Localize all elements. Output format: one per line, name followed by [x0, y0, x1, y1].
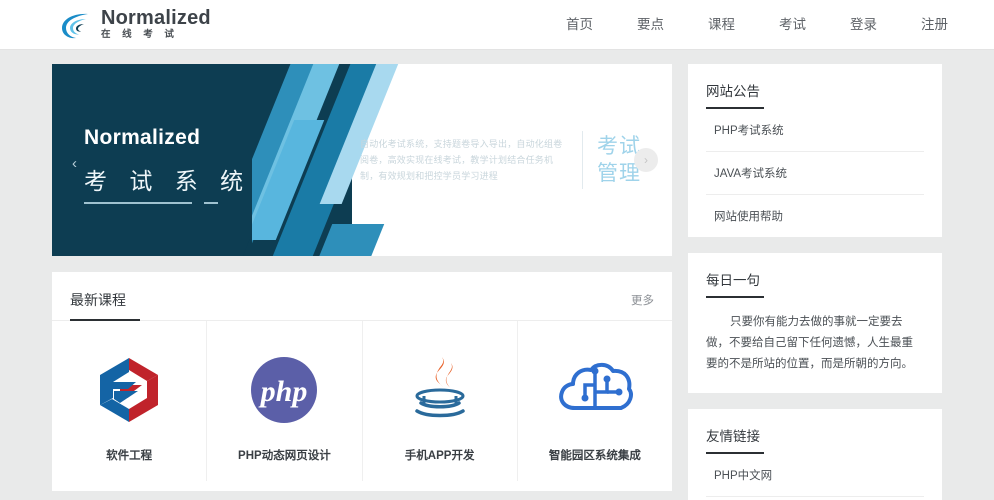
course-list: 软件工程 php PHP动态网页设计 手机APP开发 智能园区系统集成	[52, 321, 672, 481]
nav-item-keypoints[interactable]: 要点	[615, 0, 686, 49]
nav-item-exams[interactable]: 考试	[757, 0, 828, 49]
hero-carousel[interactable]: ‹ Normalized 考 试 系 统 自动化考试系统，支持题卷导入导出，自动…	[52, 64, 672, 256]
more-courses-link[interactable]: 更多	[631, 292, 654, 318]
course-label: 手机APP开发	[404, 450, 475, 462]
announcements-title: 网站公告	[706, 84, 760, 99]
daily-quote-header: 每日一句	[688, 253, 942, 298]
course-item-software-engineering[interactable]: 软件工程	[52, 321, 208, 481]
course-item-smart-park-integration[interactable]: 智能园区系统集成	[518, 321, 672, 481]
announcements-header: 网站公告	[688, 64, 942, 109]
title-underline	[706, 296, 764, 298]
latest-courses-card: 最新课程 更多 软件工程 php PHP动态网页设计 手机APP开发 智能园区系…	[52, 272, 672, 491]
nav-item-register[interactable]: 注册	[899, 0, 970, 49]
course-item-php-web-design[interactable]: php PHP动态网页设计	[207, 321, 363, 481]
hero-rule-long	[84, 202, 192, 204]
latest-courses-title: 最新课程	[70, 292, 126, 308]
hero-rule-short	[204, 202, 218, 204]
nav-item-courses[interactable]: 课程	[686, 0, 757, 49]
announcements-list: PHP考试系统 JAVA考试系统 网站使用帮助	[688, 109, 942, 237]
chevron-left-icon[interactable]: ‹	[72, 156, 77, 171]
hero-divider	[582, 131, 583, 189]
hero-left-panel: ‹ Normalized 考 试 系 统	[52, 64, 352, 256]
php-logo-icon: php	[245, 349, 323, 431]
announcement-item-help[interactable]: 网站使用帮助	[706, 195, 924, 237]
logo-title: Normalized	[101, 6, 211, 29]
logo-subtitle: 在 线 考 试	[101, 28, 179, 40]
nav-item-login[interactable]: 登录	[828, 0, 899, 49]
java-logo-icon	[401, 349, 479, 431]
title-underline	[706, 452, 764, 454]
friend-links-panel: 友情链接 PHP中文网 我爱学习网	[688, 409, 942, 500]
title-underline	[70, 319, 140, 321]
wave-logo-icon	[58, 8, 92, 42]
chevron-right-icon[interactable]: ›	[634, 148, 658, 172]
daily-quote-panel: 每日一句 只要你有能力去做的事就一定要去做，不要给自己留下任何遗憾，人生最重要的…	[688, 253, 942, 393]
friend-links-list: PHP中文网 我爱学习网	[688, 454, 942, 500]
title-underline	[706, 107, 764, 109]
announcements-panel: 网站公告 PHP考试系统 JAVA考试系统 网站使用帮助	[688, 64, 942, 237]
nav-item-home[interactable]: 首页	[544, 0, 615, 49]
friend-links-header: 友情链接	[688, 409, 942, 454]
course-label: 软件工程	[106, 450, 153, 462]
site-header: Normalized 在 线 考 试 首页 要点 课程 考试 登录 注册	[0, 0, 994, 50]
announcement-item-php[interactable]: PHP考试系统	[706, 109, 924, 152]
daily-quote-text: 只要你有能力去做的事就一定要去做，不要给自己留下任何遗憾，人生最重要的不是所站的…	[706, 316, 913, 370]
announcement-item-java[interactable]: JAVA考试系统	[706, 152, 924, 195]
hero-description: 自动化考试系统，支持题卷导入导出，自动化组卷阅卷，高效实现在线考试，教学计划结合…	[360, 139, 563, 181]
hexagon-logo-icon	[90, 349, 168, 431]
sidebar-column: 网站公告 PHP考试系统 JAVA考试系统 网站使用帮助 每日一句 只要你有能力…	[688, 64, 942, 500]
daily-quote-title: 每日一句	[706, 273, 760, 288]
course-label: PHP动态网页设计	[238, 450, 331, 462]
hero-title-cn: 考 试 系 统	[84, 168, 252, 194]
hero-title-en: Normalized	[84, 126, 201, 149]
friend-link-item-php-cn[interactable]: PHP中文网	[706, 454, 924, 497]
card-bottom-spacer	[52, 481, 672, 491]
svg-text:php: php	[258, 375, 308, 408]
course-label: 智能园区系统集成	[548, 450, 641, 462]
hero-right-panel: 自动化考试系统，支持题卷导入导出，自动化组卷阅卷，高效实现在线考试，教学计划结合…	[352, 64, 672, 256]
friend-links-title: 友情链接	[706, 429, 760, 444]
page-body: ‹ Normalized 考 试 系 统 自动化考试系统，支持题卷导入导出，自动…	[0, 50, 994, 500]
main-column: ‹ Normalized 考 试 系 统 自动化考试系统，支持题卷导入导出，自动…	[52, 64, 672, 500]
site-logo[interactable]: Normalized 在 线 考 试	[58, 8, 211, 42]
latest-courses-header: 最新课程 更多	[52, 272, 672, 321]
cloud-circuit-icon	[553, 349, 637, 431]
course-item-mobile-app-development[interactable]: 手机APP开发	[363, 321, 518, 481]
main-navigation: 首页 要点 课程 考试 登录 注册	[544, 0, 970, 49]
